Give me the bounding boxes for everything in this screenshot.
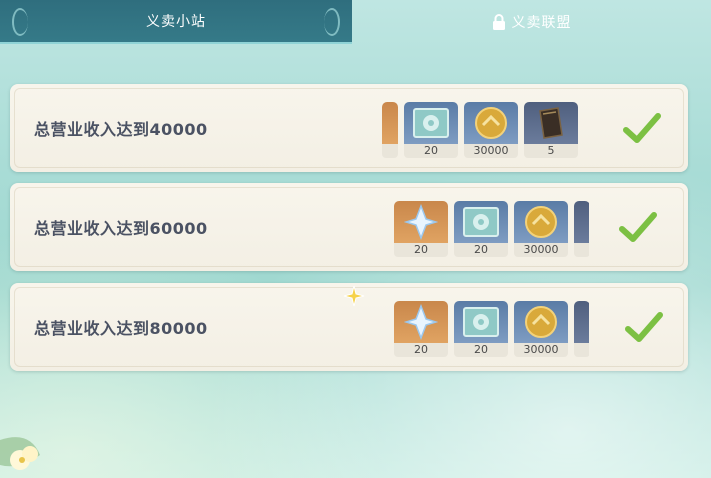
check-icon [623,113,661,143]
tab-charity-stall-label: 义卖小站 [146,14,206,30]
reward-qty: 30000 [464,144,518,158]
reward-qty: 20 [394,243,448,257]
reward-qty [382,144,398,158]
lock-icon [492,14,505,30]
task-row: 总营业收入达到40000 20 30000 5 [10,84,688,172]
check-icon [619,212,657,242]
reward-qty: 5 [524,144,578,158]
tab-charity-alliance-label: 义卖联盟 [511,15,572,31]
reward-item[interactable]: 30000 [464,102,518,158]
reward-list: 20 20 30000 [394,301,589,357]
partial-dark-item-icon [574,301,589,343]
reward-item[interactable]: 20 [394,201,448,257]
partial-dark-item-icon [574,201,589,243]
tab-charity-stall[interactable]: 义卖小站 [0,0,352,44]
reward-qty: 30000 [514,243,568,257]
reward-qty [574,343,589,357]
reward-item[interactable]: 5 [524,102,578,158]
reward-qty [574,243,589,257]
tab-bar: 义卖小站 义卖联盟 [0,0,711,44]
reward-item[interactable] [382,102,398,158]
reward-item[interactable] [574,201,589,257]
mora-note-icon [454,301,508,343]
task-label: 总营业收入达到60000 [34,219,208,238]
primogem-icon [394,201,448,243]
mora-coin-icon [464,102,518,144]
reward-qty: 30000 [514,343,568,357]
mora-coin-icon [514,301,568,343]
sparkle-icon [343,285,365,307]
tab-charity-alliance[interactable]: 义卖联盟 [352,0,711,44]
flower-decoration-icon [0,437,40,470]
mora-coin-icon [514,201,568,243]
mora-note-icon [454,201,508,243]
partial-orange-item-icon [382,102,398,144]
reward-list: 20 20 30000 [394,201,589,257]
reward-item[interactable] [574,301,589,357]
reward-list: 20 30000 5 [382,102,578,158]
reward-item[interactable]: 20 [404,102,458,158]
reward-item[interactable]: 20 [454,201,508,257]
reward-item[interactable]: 20 [394,301,448,357]
reward-item[interactable]: 30000 [514,301,568,357]
task-row: 总营业收入达到60000 20 20 30000 [10,183,688,271]
reward-item[interactable]: 20 [454,301,508,357]
task-label: 总营业收入达到40000 [34,120,208,139]
reward-qty: 20 [454,243,508,257]
primogem-icon [394,301,448,343]
check-icon [625,312,663,342]
reward-qty: 20 [454,343,508,357]
book-icon [524,102,578,144]
reward-qty: 20 [404,144,458,158]
mora-note-icon [404,102,458,144]
task-label: 总营业收入达到80000 [34,319,208,338]
reward-qty: 20 [394,343,448,357]
reward-item[interactable]: 30000 [514,201,568,257]
